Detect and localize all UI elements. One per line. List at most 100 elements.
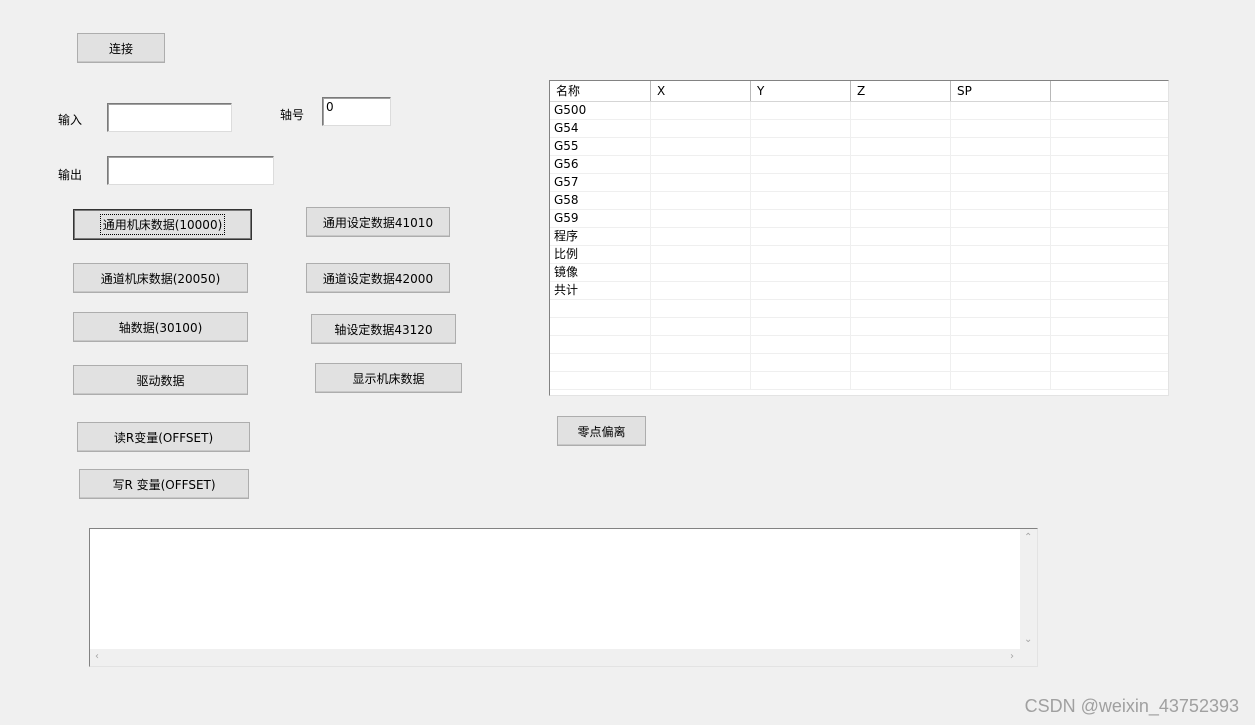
table-header: 名称 X Y Z SP: [550, 81, 1168, 102]
input-field[interactable]: [107, 103, 232, 132]
row-value-cell: [851, 372, 951, 389]
table-row[interactable]: [550, 354, 1168, 372]
row-name-cell: 程序: [550, 228, 651, 245]
row-value-cell: [751, 372, 851, 389]
write-r-variable-button[interactable]: 写R 变量(OFFSET): [79, 469, 249, 499]
general-setting-data-button[interactable]: 通用设定数据41010: [306, 207, 450, 237]
table-row[interactable]: 比例: [550, 246, 1168, 264]
column-header-y[interactable]: Y: [751, 81, 851, 101]
show-machine-data-button[interactable]: 显示机床数据: [315, 363, 462, 393]
table-row[interactable]: G55: [550, 138, 1168, 156]
row-value-cell: [651, 264, 751, 281]
row-value-cell: [851, 156, 951, 173]
column-header-sp[interactable]: SP: [951, 81, 1051, 101]
row-value-cell: [1051, 264, 1168, 281]
table-row[interactable]: [550, 318, 1168, 336]
row-value-cell: [951, 300, 1051, 317]
row-value-cell: [751, 354, 851, 371]
read-r-variable-button[interactable]: 读R变量(OFFSET): [77, 422, 250, 452]
axis-number-field[interactable]: 0: [322, 97, 391, 126]
row-value-cell: [951, 138, 1051, 155]
row-name-cell: 镜像: [550, 264, 651, 281]
row-value-cell: [651, 210, 751, 227]
row-value-cell: [751, 318, 851, 335]
row-value-cell: [1051, 120, 1168, 137]
row-value-cell: [651, 282, 751, 299]
zero-offset-button[interactable]: 零点偏离: [557, 416, 646, 446]
row-value-cell: [751, 138, 851, 155]
row-value-cell: [751, 282, 851, 299]
row-name-cell: G500: [550, 102, 651, 119]
channel-setting-data-button[interactable]: 通道设定数据42000: [306, 263, 450, 293]
column-header-empty[interactable]: [1051, 81, 1168, 101]
row-value-cell: [1051, 354, 1168, 371]
row-value-cell: [951, 354, 1051, 371]
row-value-cell: [851, 354, 951, 371]
table-row[interactable]: [550, 300, 1168, 318]
row-value-cell: [651, 354, 751, 371]
table-row[interactable]: G56: [550, 156, 1168, 174]
row-value-cell: [1051, 102, 1168, 119]
row-value-cell: [951, 246, 1051, 263]
row-value-cell: [751, 336, 851, 353]
row-name-cell: [550, 318, 651, 335]
row-name-cell: [550, 336, 651, 353]
column-header-x[interactable]: X: [651, 81, 751, 101]
row-value-cell: [851, 210, 951, 227]
scrollbar-corner: [1020, 649, 1037, 666]
table-row[interactable]: 镜像: [550, 264, 1168, 282]
table-row[interactable]: [550, 372, 1168, 390]
table-row[interactable]: 程序: [550, 228, 1168, 246]
channel-machine-data-button[interactable]: 通道机床数据(20050): [73, 263, 248, 293]
row-value-cell: [1051, 246, 1168, 263]
log-textarea[interactable]: ⌃ ⌄ ‹ ›: [89, 528, 1038, 667]
table-row[interactable]: [550, 336, 1168, 354]
horizontal-scrollbar[interactable]: ‹ ›: [90, 649, 1020, 666]
axis-setting-data-button[interactable]: 轴设定数据43120: [311, 314, 456, 344]
row-name-cell: G58: [550, 192, 651, 209]
scroll-up-icon[interactable]: ⌃: [1024, 533, 1032, 543]
row-value-cell: [851, 102, 951, 119]
axis-data-button[interactable]: 轴数据(30100): [73, 312, 248, 342]
row-value-cell: [1051, 372, 1168, 389]
output-label: 输出: [58, 168, 83, 182]
row-value-cell: [751, 246, 851, 263]
row-value-cell: [951, 228, 1051, 245]
output-field[interactable]: [107, 156, 274, 185]
table-row[interactable]: G59: [550, 210, 1168, 228]
vertical-scrollbar[interactable]: ⌃ ⌄: [1020, 529, 1037, 649]
scroll-left-icon[interactable]: ‹: [95, 652, 99, 662]
row-value-cell: [951, 174, 1051, 191]
row-value-cell: [951, 156, 1051, 173]
row-value-cell: [851, 246, 951, 263]
table-row[interactable]: G58: [550, 192, 1168, 210]
table-row[interactable]: G54: [550, 120, 1168, 138]
scroll-right-icon[interactable]: ›: [1010, 652, 1014, 662]
table-row[interactable]: G57: [550, 174, 1168, 192]
table-row[interactable]: G500: [550, 102, 1168, 120]
row-value-cell: [651, 156, 751, 173]
column-header-name[interactable]: 名称: [550, 81, 651, 101]
row-value-cell: [751, 174, 851, 191]
row-value-cell: [951, 372, 1051, 389]
row-name-cell: [550, 300, 651, 317]
row-value-cell: [1051, 300, 1168, 317]
table-row[interactable]: 共计: [550, 282, 1168, 300]
row-value-cell: [951, 192, 1051, 209]
row-value-cell: [751, 228, 851, 245]
row-value-cell: [1051, 174, 1168, 191]
row-value-cell: [851, 336, 951, 353]
row-value-cell: [1051, 138, 1168, 155]
column-header-z[interactable]: Z: [851, 81, 951, 101]
connect-button[interactable]: 连接: [77, 33, 165, 63]
row-name-cell: G54: [550, 120, 651, 137]
scroll-down-icon[interactable]: ⌄: [1024, 635, 1032, 645]
drive-data-button[interactable]: 驱动数据: [73, 365, 248, 395]
zero-offset-table[interactable]: 名称 X Y Z SP G500 G54 G55 G56 G57 G58 G59 程序 比例 镜像…: [549, 80, 1169, 396]
row-value-cell: [751, 300, 851, 317]
general-machine-data-button[interactable]: 通用机床数据(10000): [73, 209, 252, 240]
row-value-cell: [651, 120, 751, 137]
row-name-cell: G56: [550, 156, 651, 173]
axis-number-label: 轴号: [280, 108, 305, 122]
row-value-cell: [651, 318, 751, 335]
